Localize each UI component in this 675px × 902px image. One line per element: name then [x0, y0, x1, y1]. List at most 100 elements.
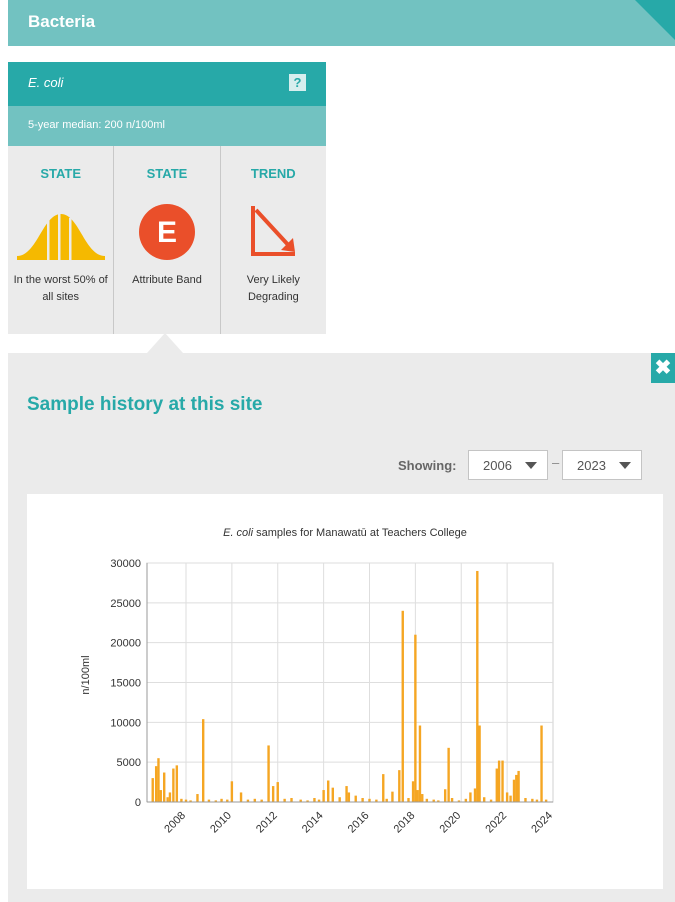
bar [407, 798, 410, 802]
to-year-value: 2023 [577, 458, 606, 473]
bar-series [151, 570, 548, 802]
bar [382, 774, 385, 802]
bar [230, 781, 234, 802]
grid-lines [146, 562, 554, 803]
card-title-bar: E. coli ? [8, 62, 326, 106]
bar [196, 794, 199, 802]
bar [338, 797, 341, 802]
bar [331, 787, 334, 802]
column-text: Very Likely Degrading [246, 274, 300, 303]
trend-down-arrow-icon [221, 200, 326, 264]
header-corner-decoration [635, 0, 675, 40]
median-bar: 5-year median: 200 n/100ml [8, 106, 326, 146]
y-tick-label: 5000 [117, 757, 141, 769]
y-tick-label: 20000 [110, 638, 141, 650]
ecoli-chart: E. coli samples for Manawatū at Teachers… [80, 527, 555, 836]
chevron-down-icon [619, 462, 631, 469]
bar [478, 725, 481, 802]
x-tick-label: 2020 [438, 810, 464, 836]
bar [401, 610, 404, 802]
chart-title-species: E. coli [223, 527, 254, 539]
band-letter: E [157, 216, 177, 249]
bar [345, 786, 348, 802]
median-text: 5-year median: 200 n/100ml [28, 119, 165, 131]
showing-label: Showing: [398, 458, 457, 473]
bar [443, 789, 447, 802]
bar [447, 747, 450, 802]
bar [154, 766, 158, 802]
bar [515, 774, 518, 802]
bar [163, 772, 166, 802]
bar [322, 790, 325, 802]
x-tick-label: 2024 [529, 810, 555, 836]
x-tick-label: 2012 [254, 810, 280, 836]
state-percentile-column[interactable]: STATE In the worst 50% of all sites [8, 146, 115, 334]
x-tick-label: 2016 [346, 810, 372, 836]
x-tick-label: 2022 [483, 810, 509, 836]
bar [166, 797, 169, 802]
bar [276, 782, 279, 802]
chart-title-rest: samples for Manawatū at Teachers College [253, 527, 467, 539]
indicator-columns: STATE In the worst 50% of all sites STAT… [8, 146, 326, 334]
panel-title: Sample history at this site [27, 394, 263, 415]
bar [313, 798, 316, 802]
bar [290, 798, 293, 802]
attribute-band-e-icon: E [114, 200, 219, 264]
bar [450, 798, 454, 802]
column-text: Attribute Band [132, 274, 202, 286]
bar [267, 745, 270, 802]
help-button[interactable]: ? [289, 74, 306, 91]
bar [354, 795, 357, 802]
bar [151, 778, 154, 802]
bar [505, 792, 509, 802]
state-band-column[interactable]: STATE E Attribute Band [114, 146, 221, 334]
bar [361, 798, 364, 802]
from-year-select[interactable]: 2006 [468, 450, 548, 480]
bar [201, 719, 205, 802]
trend-column[interactable]: TREND Very Likely Degrading [221, 146, 326, 334]
bar [159, 790, 162, 802]
bar [540, 725, 543, 802]
y-tick-label: 10000 [110, 717, 141, 729]
x-tick-label: 2008 [162, 810, 188, 836]
panel-pointer [147, 333, 183, 353]
bar [512, 779, 516, 802]
y-axis-label: n/100ml [80, 655, 92, 694]
bar [327, 780, 330, 802]
indicator-name: E. coli [28, 75, 64, 90]
section-title: Bacteria [28, 12, 96, 31]
bar [271, 786, 275, 802]
bar [497, 760, 501, 802]
chart-title: E. coli samples for Manawatū at Teachers… [223, 527, 467, 539]
bar [517, 770, 520, 802]
bar [168, 792, 172, 802]
bar [469, 792, 472, 802]
x-tick-label: 2018 [392, 810, 418, 836]
y-tick-label: 25000 [110, 598, 141, 610]
bar [421, 794, 424, 802]
bar [495, 768, 499, 802]
indicator-card: E. coli ? 5-year median: 200 n/100ml STA… [8, 62, 326, 334]
bar [418, 725, 422, 802]
bar [473, 788, 477, 802]
bar [476, 570, 479, 802]
x-tick-label: 2014 [300, 810, 326, 836]
x-tick-label: 2010 [208, 810, 234, 836]
bar [411, 781, 415, 802]
column-label: STATE [40, 166, 81, 181]
bar [509, 795, 512, 802]
bar [416, 790, 419, 802]
y-tick-label: 30000 [110, 558, 141, 570]
chevron-down-icon [525, 462, 537, 469]
bar [175, 765, 179, 802]
bar [524, 798, 527, 802]
bar [398, 770, 401, 802]
to-year-select[interactable]: 2023 [562, 450, 642, 480]
bar [172, 768, 175, 802]
column-label: STATE [146, 166, 188, 181]
bar [482, 797, 486, 802]
close-button[interactable]: ✖ [651, 353, 675, 383]
sample-history-panel: ✖ Sample history at this site Showing: 2… [8, 353, 675, 902]
column-text: In the worst 50% of all sites [13, 274, 108, 303]
from-year-value: 2006 [483, 458, 512, 473]
